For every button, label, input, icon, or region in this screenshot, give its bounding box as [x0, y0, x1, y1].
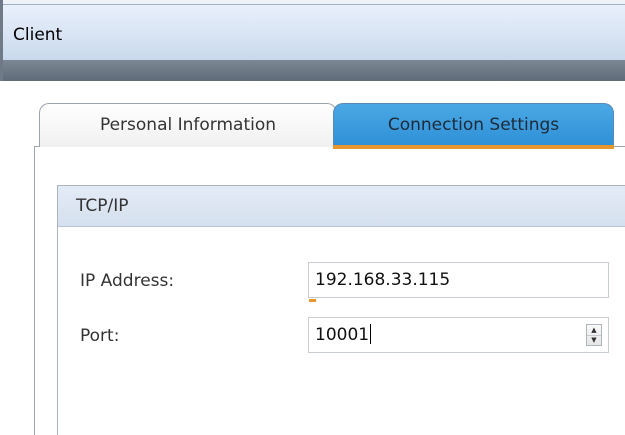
ip-address-input[interactable]: 192.168.33.115	[308, 262, 609, 298]
group-header: TCP/IP	[58, 186, 625, 227]
tab-personal-information[interactable]: Personal Information	[39, 103, 337, 147]
port-spinner: ▲ ▼	[586, 324, 602, 346]
spinner-down-icon[interactable]: ▼	[587, 335, 601, 345]
selected-tab-indicator	[333, 145, 614, 149]
port-stepper[interactable]: 10001 ▲ ▼	[308, 317, 609, 353]
tab-connection-settings[interactable]: Connection Settings	[333, 103, 614, 147]
ip-address-label: IP Address:	[80, 271, 175, 291]
group-title: TCP/IP	[76, 196, 129, 216]
title-bar[interactable]: Client	[3, 4, 625, 60]
content-area: Personal Information Connection Settings…	[0, 81, 625, 435]
ip-address-value: 192.168.33.115	[315, 270, 451, 290]
ip-input-focus-accent	[309, 299, 316, 302]
toolbar-strip	[3, 60, 625, 81]
window-title: Client	[13, 25, 63, 45]
tcp-ip-groupbox: TCP/IP	[57, 185, 625, 435]
port-label: Port:	[80, 326, 120, 346]
text-cursor	[370, 324, 372, 344]
port-value: 10001	[315, 325, 370, 345]
